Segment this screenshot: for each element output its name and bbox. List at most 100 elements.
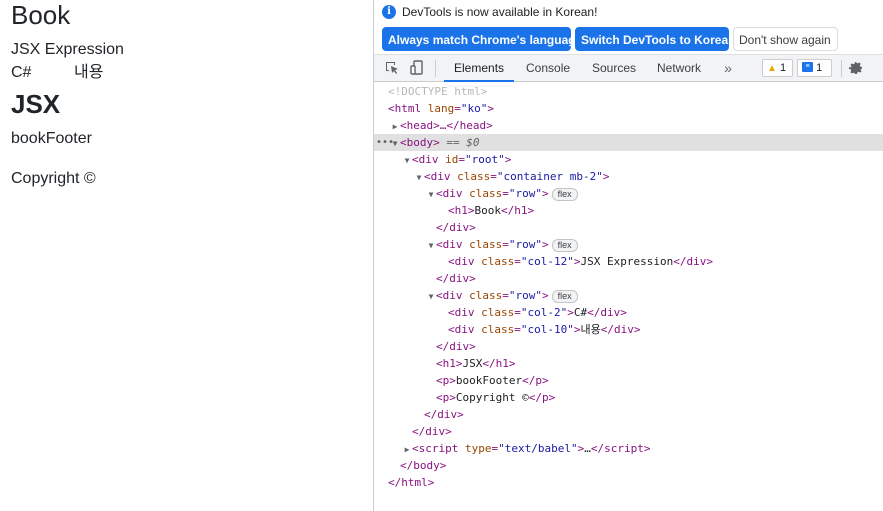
content-korean-text: 내용	[74, 64, 104, 81]
tab-console[interactable]: Console	[516, 55, 580, 82]
collapse-arrow-icon[interactable]: ▼	[426, 186, 436, 203]
tree-row-close-div[interactable]: </div>	[374, 423, 883, 440]
tree-row-close-div[interactable]: </div>	[374, 406, 883, 423]
flex-badge[interactable]: flex	[551, 187, 578, 201]
warning-icon: ▲	[767, 63, 777, 74]
tree-row-body[interactable]: ••• ▼ <body> == $0	[374, 134, 883, 151]
devtools-toolbar: Elements Console Sources Network » ▲ 1 ≡…	[374, 55, 883, 82]
tree-row-row1[interactable]: ▼ <div class="row"> flex	[374, 185, 883, 202]
node-text: bookFooter	[455, 374, 523, 387]
tree-row-close-div[interactable]: </div>	[374, 338, 883, 355]
language-infobar: i DevTools is now available in Korean! A…	[374, 0, 883, 55]
messages-badge[interactable]: ≡ 1	[797, 59, 832, 77]
attr-value: "row"	[508, 238, 542, 251]
tree-row-col2[interactable]: <div class="col-2">C#</div>	[374, 304, 883, 321]
jsx-expression-text: JSX Expression	[11, 41, 124, 58]
page-heading-jsx: JSX	[11, 89, 61, 119]
messages-count: 1	[816, 62, 823, 74]
inspect-element-icon[interactable]	[384, 60, 400, 76]
attr-name: class	[481, 306, 515, 319]
flex-badge[interactable]: flex	[551, 289, 578, 303]
attr-name: id	[445, 153, 459, 166]
toolbar-divider	[435, 60, 436, 77]
more-options-icon[interactable]: •••	[376, 134, 394, 151]
book-footer-text: bookFooter	[11, 130, 92, 147]
rendered-page: Book JSX Expression C# 내용 JSX bookFooter…	[0, 0, 373, 511]
tree-row-close-div[interactable]: </div>	[374, 270, 883, 287]
attr-value: "col-2"	[520, 306, 568, 319]
copyright-text: Copyright ©	[11, 170, 96, 187]
attr-name: class	[469, 238, 503, 251]
node-text: Copyright ©	[455, 391, 529, 404]
node-text: C#	[573, 306, 588, 319]
warnings-badge[interactable]: ▲ 1	[762, 59, 793, 77]
switch-to-korean-button[interactable]: Switch DevTools to Korean	[575, 27, 735, 51]
selected-node-marker: == $0	[439, 136, 480, 149]
message-icon: ≡	[802, 62, 813, 73]
body-tag: <body>	[400, 136, 440, 149]
attr-value: "container mb-2"	[496, 170, 603, 183]
device-toolbar-icon[interactable]	[409, 60, 425, 76]
tree-row-div-root[interactable]: ▼ <div id="root">	[374, 151, 883, 168]
expand-arrow-icon[interactable]: ▶	[390, 118, 400, 135]
tree-row-close-html[interactable]: </html>	[374, 474, 883, 491]
collapse-arrow-icon[interactable]: ▼	[426, 288, 436, 305]
attr-name: class	[481, 323, 515, 336]
tree-row-p-copyright[interactable]: <p>Copyright ©</p>	[374, 389, 883, 406]
tree-row-head[interactable]: ▶ <head>…</head>	[374, 117, 883, 134]
node-text: JSX	[462, 357, 483, 370]
node-text: Book	[474, 204, 502, 217]
attr-name: class	[457, 170, 491, 183]
doctype-text: <!DOCTYPE html>	[388, 85, 488, 98]
collapse-arrow-icon[interactable]: ▼	[426, 237, 436, 254]
node-text: JSX Expression	[580, 255, 674, 268]
infobar-message: DevTools is now available in Korean!	[402, 5, 598, 19]
node-text: …	[584, 442, 591, 455]
gear-icon[interactable]	[848, 60, 864, 76]
tab-sources[interactable]: Sources	[582, 55, 646, 82]
attr-value: "ko"	[460, 102, 488, 115]
expand-arrow-icon[interactable]: ▶	[402, 441, 412, 458]
attr-name: class	[481, 255, 515, 268]
page-heading-book: Book	[11, 0, 71, 30]
toolbar-divider	[841, 60, 842, 77]
head-tag: <head>…</head>	[400, 119, 493, 132]
info-icon: i	[382, 5, 396, 19]
attr-value: "root"	[465, 153, 505, 166]
tree-row-row2[interactable]: ▼ <div class="row"> flex	[374, 236, 883, 253]
more-tabs-icon[interactable]: »	[720, 60, 736, 76]
html-tag: <html	[388, 102, 422, 115]
tab-network[interactable]: Network	[647, 55, 711, 82]
tree-row-col12[interactable]: <div class="col-12">JSX Expression</div>	[374, 253, 883, 270]
attr-value: "col-12"	[520, 255, 574, 268]
attr-value: "row"	[508, 187, 542, 200]
warnings-count: 1	[779, 62, 787, 74]
always-match-language-button[interactable]: Always match Chrome's language	[382, 27, 582, 51]
node-text: 내용	[580, 323, 601, 336]
tree-row-row3[interactable]: ▼ <div class="row"> flex	[374, 287, 883, 304]
attr-value: "col-10"	[520, 323, 574, 336]
attr-name: type	[464, 442, 492, 455]
attr-value: "row"	[508, 289, 542, 302]
devtools-panel: i DevTools is now available in Korean! A…	[373, 0, 883, 511]
tree-row-html[interactable]: <html lang="ko">	[374, 100, 883, 117]
attr-value: "text/babel"	[498, 442, 578, 455]
tree-row-script[interactable]: ▶ <script type="text/babel">…</script>	[374, 440, 883, 457]
tree-row-close-body[interactable]: </body>	[374, 457, 883, 474]
attr-name: class	[469, 187, 503, 200]
tree-row-h1-jsx[interactable]: <h1>JSX</h1>	[374, 355, 883, 372]
tree-row-p-footer[interactable]: <p>bookFooter</p>	[374, 372, 883, 389]
tree-row-close-div[interactable]: </div>	[374, 219, 883, 236]
attr-name: class	[469, 289, 503, 302]
tree-row-h1-book[interactable]: <h1>Book</h1>	[374, 202, 883, 219]
collapse-arrow-icon[interactable]: ▼	[402, 152, 412, 169]
attr-name: lang	[427, 102, 455, 115]
tree-row-container[interactable]: ▼ <div class="container mb-2">	[374, 168, 883, 185]
csharp-text: C#	[11, 64, 32, 81]
tree-row-col10[interactable]: <div class="col-10">내용</div>	[374, 321, 883, 338]
dont-show-again-button[interactable]: Don't show again	[733, 27, 838, 51]
collapse-arrow-icon[interactable]: ▼	[414, 169, 424, 186]
tree-row-doctype[interactable]: <!DOCTYPE html>	[374, 83, 883, 100]
flex-badge[interactable]: flex	[551, 238, 578, 252]
tab-elements[interactable]: Elements	[444, 55, 515, 82]
